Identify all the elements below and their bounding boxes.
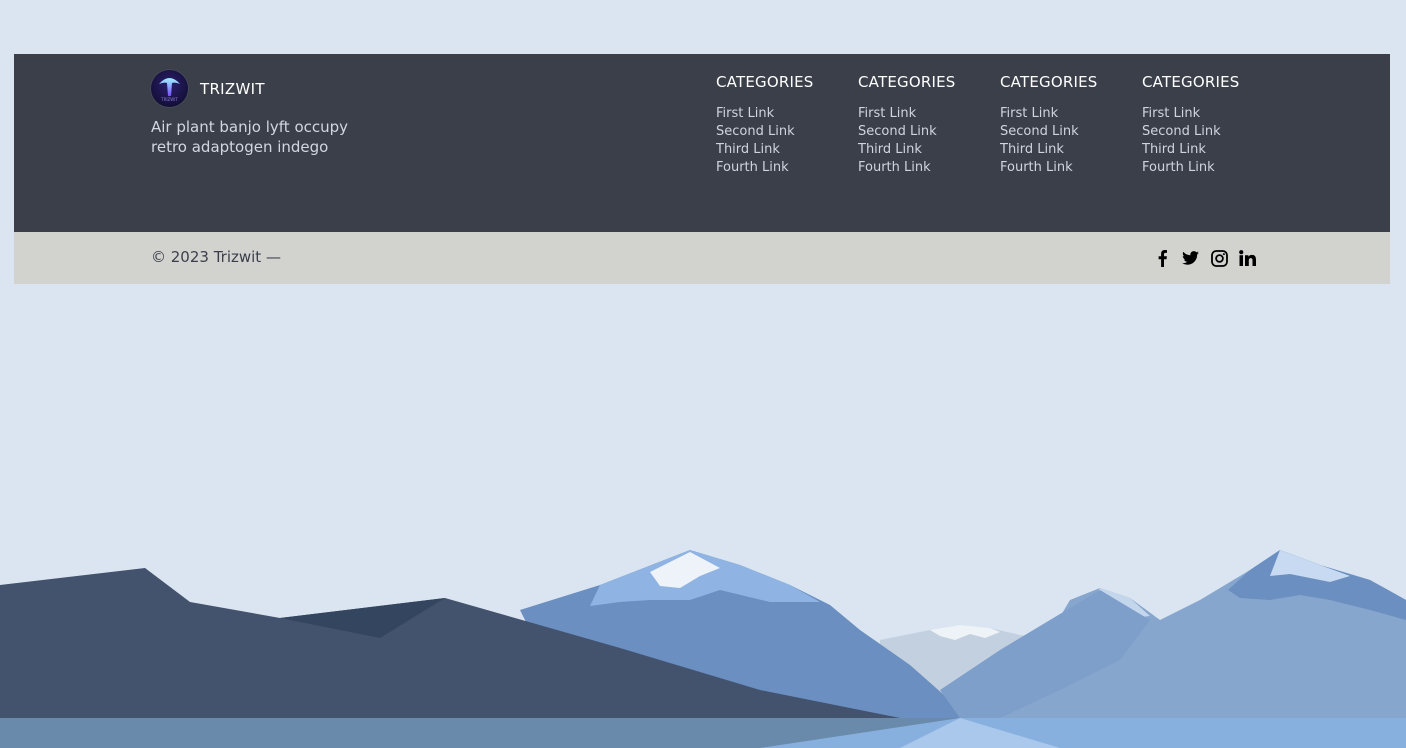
brand-logo: TRIZWIT (151, 70, 188, 107)
brand-name: TRIZWIT (200, 79, 265, 98)
twitter-link[interactable] (1177, 247, 1206, 269)
footer-link[interactable]: Fourth Link (1000, 159, 1142, 177)
column-title: CATEGORIES (1000, 73, 1098, 91)
instagram-link[interactable] (1205, 247, 1234, 269)
footer-link[interactable]: Second Link (1000, 123, 1142, 141)
footer-link[interactable]: Third Link (1000, 141, 1142, 159)
instagram-icon (1210, 249, 1228, 267)
column-title: CATEGORIES (858, 73, 956, 91)
footer-link-columns: CATEGORIES First Link Second Link Third … (716, 72, 1284, 177)
column-title: CATEGORIES (716, 73, 814, 91)
trizwit-logo-icon: TRIZWIT (159, 78, 180, 102)
footer-brand: TRIZWIT TRIZWIT Air plant banjo lyft occ… (151, 70, 411, 172)
footer-link[interactable]: First Link (1142, 105, 1284, 123)
column-links: First Link Second Link Third Link Fourth… (1142, 105, 1284, 177)
footer-link[interactable]: Second Link (858, 123, 1000, 141)
social-links (1148, 247, 1262, 269)
logo-wordmark: TRIZWIT (160, 97, 178, 102)
twitter-icon (1182, 251, 1200, 265)
facebook-icon (1158, 249, 1167, 267)
copyright-text: © 2023 Trizwit — (151, 248, 281, 266)
column-title: CATEGORIES (1142, 73, 1240, 91)
facebook-link[interactable] (1148, 247, 1177, 269)
footer-column: CATEGORIES First Link Second Link Third … (1000, 72, 1142, 177)
footer-bottom-bar: © 2023 Trizwit — (14, 232, 1390, 284)
mountain-landscape-illustration (0, 550, 1406, 748)
footer-link[interactable]: Second Link (716, 123, 858, 141)
footer-link[interactable]: Third Link (858, 141, 1000, 159)
column-links: First Link Second Link Third Link Fourth… (716, 105, 858, 177)
linkedin-icon (1239, 250, 1257, 266)
brand-tagline: Air plant banjo lyft occupy retro adapto… (151, 118, 349, 156)
column-links: First Link Second Link Third Link Fourth… (1000, 105, 1142, 177)
footer-link[interactable]: First Link (858, 105, 1000, 123)
footer-link[interactable]: First Link (716, 105, 858, 123)
footer-link[interactable]: First Link (1000, 105, 1142, 123)
footer-link[interactable]: Third Link (716, 141, 858, 159)
footer-link[interactable]: Second Link (1142, 123, 1284, 141)
linkedin-link[interactable] (1234, 247, 1263, 269)
brand-link[interactable]: TRIZWIT TRIZWIT (151, 70, 411, 107)
column-links: First Link Second Link Third Link Fourth… (858, 105, 1000, 177)
footer: TRIZWIT TRIZWIT Air plant banjo lyft occ… (14, 54, 1390, 232)
footer-link[interactable]: Fourth Link (858, 159, 1000, 177)
footer-column: CATEGORIES First Link Second Link Third … (858, 72, 1000, 177)
footer-link[interactable]: Fourth Link (1142, 159, 1284, 177)
footer-column: CATEGORIES First Link Second Link Third … (716, 72, 858, 177)
footer-column: CATEGORIES First Link Second Link Third … (1142, 72, 1284, 177)
footer-link[interactable]: Fourth Link (716, 159, 858, 177)
footer-link[interactable]: Third Link (1142, 141, 1284, 159)
